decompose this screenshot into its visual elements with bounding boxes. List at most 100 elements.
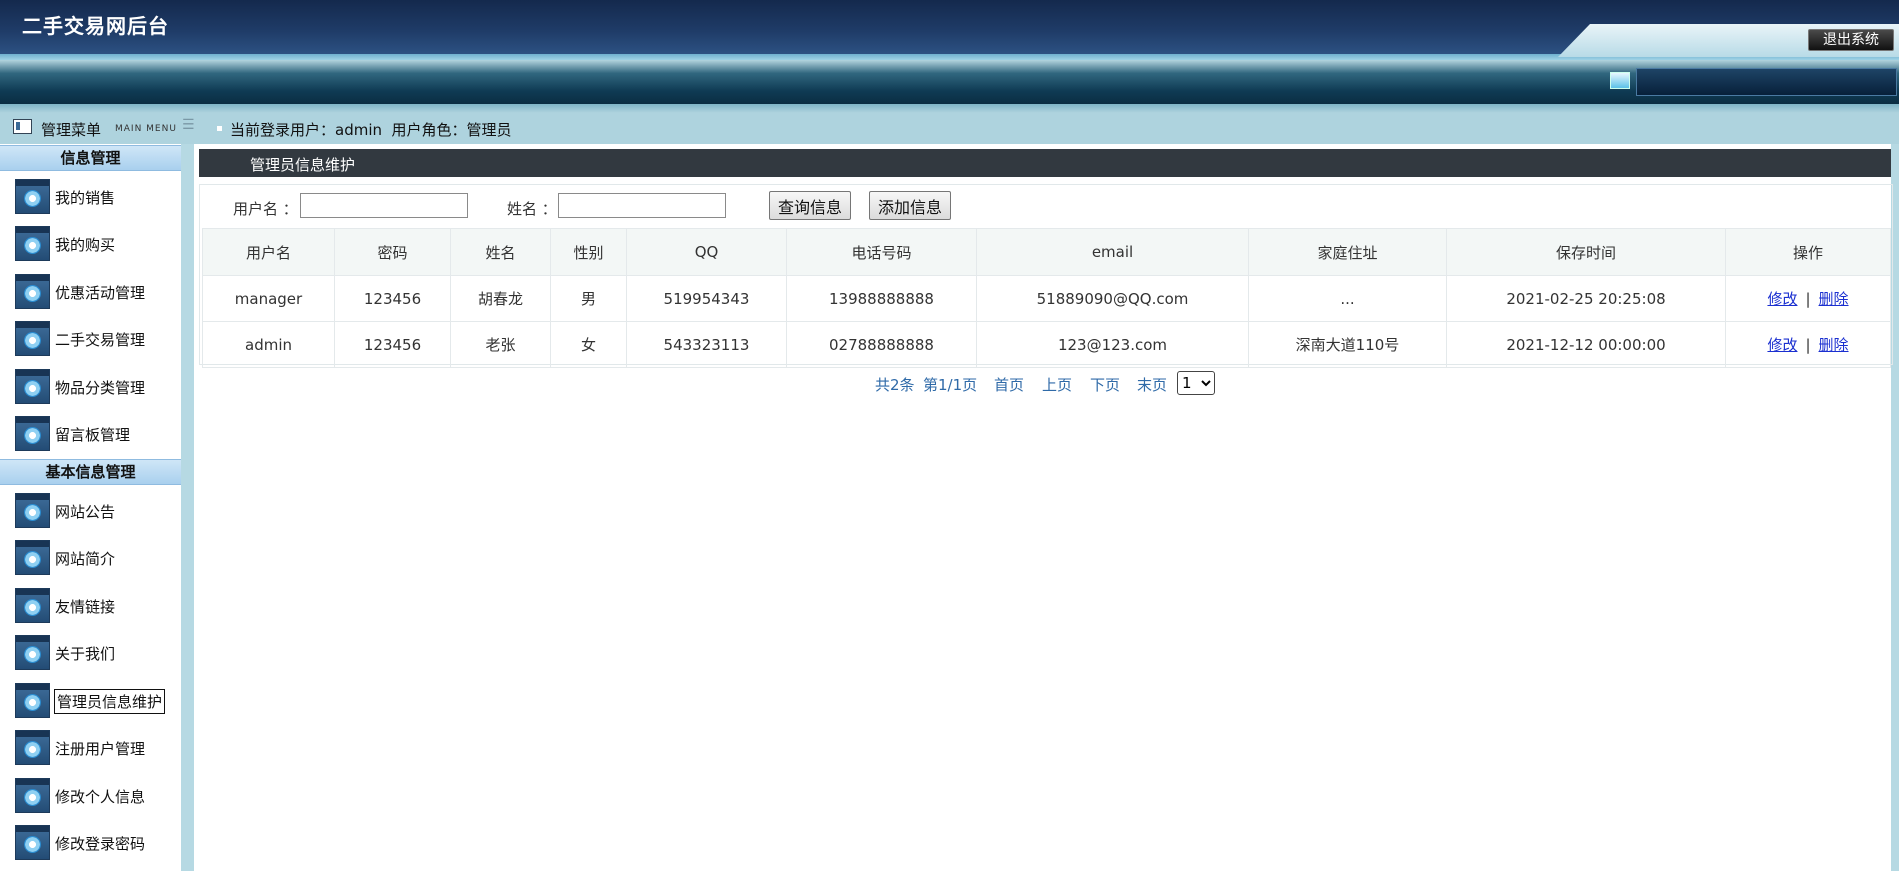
- sidebar-item-label: 修改登录密码: [55, 835, 146, 853]
- sidebar-item-label: 修改个人信息: [55, 788, 146, 806]
- cell-gender: 女: [550, 321, 627, 368]
- column-header: 用户名: [202, 228, 335, 276]
- action-separator: |: [1805, 290, 1811, 308]
- sidebar-item-admin-info[interactable]: 管理员信息维护: [15, 681, 175, 721]
- add-button[interactable]: 添加信息: [869, 191, 952, 220]
- sidebar-item-friend-links[interactable]: 友情链接: [15, 586, 175, 626]
- cell-phone: 13988888888: [786, 275, 977, 322]
- cell-email: 51889090@QQ.com: [976, 275, 1249, 322]
- menu-subtitle: MAIN MENU: [115, 124, 177, 134]
- edit-link[interactable]: 修改: [1767, 336, 1797, 354]
- table-row: manager 123456 胡春龙 男 519954343 139888888…: [202, 275, 1891, 322]
- cell-saved-time: 2021-12-12 00:00:00: [1446, 321, 1726, 368]
- gear-icon: [15, 493, 50, 528]
- cell-email: 123@123.com: [976, 321, 1249, 368]
- gear-icon: [15, 635, 50, 670]
- cell-password: 123456: [334, 321, 451, 368]
- cell-address: 深南大道110号: [1248, 321, 1447, 368]
- column-header: 家庭住址: [1248, 228, 1447, 276]
- gear-icon: [15, 321, 50, 356]
- column-header: 密码: [334, 228, 451, 276]
- delete-link[interactable]: 删除: [1819, 336, 1849, 354]
- pagination-page: 第1/1页: [923, 376, 978, 394]
- pagination-total: 共2条: [875, 376, 915, 394]
- pagination-last[interactable]: 末页: [1137, 374, 1167, 395]
- gear-icon: [15, 825, 50, 860]
- cell-username: admin: [202, 321, 335, 368]
- cell-actions: 修改 | 删除: [1725, 321, 1891, 368]
- username-input[interactable]: [300, 193, 468, 218]
- column-header: 保存时间: [1446, 228, 1726, 276]
- table-row: admin 123456 老张 女 543323113 02788888888 …: [202, 321, 1891, 368]
- cell-qq: 519954343: [626, 275, 787, 322]
- gear-icon: [15, 416, 50, 451]
- sidebar-item-announcements[interactable]: 网站公告: [15, 491, 175, 531]
- cell-gender: 男: [550, 275, 627, 322]
- sidebar-item-registered-users[interactable]: 注册用户管理: [15, 728, 175, 768]
- cell-username: manager: [202, 275, 335, 322]
- sidebar-item-label: 注册用户管理: [55, 740, 146, 758]
- sidebar-item-change-password[interactable]: 修改登录密码: [15, 823, 175, 863]
- sidebar-item-trades[interactable]: 二手交易管理: [15, 319, 175, 359]
- cell-qq: 543323113: [626, 321, 787, 368]
- sidebar-group-info[interactable]: 信息管理: [0, 145, 181, 171]
- bullet-icon: [217, 126, 222, 131]
- sidebar-item-message-board[interactable]: 留言板管理: [15, 414, 175, 454]
- gear-icon: [15, 588, 50, 623]
- sidebar-item-my-purchases[interactable]: 我的购买: [15, 224, 175, 264]
- pagination-first[interactable]: 首页: [994, 374, 1024, 395]
- menu-window-icon: [13, 119, 32, 134]
- sidebar-item-label: 网站公告: [55, 503, 116, 521]
- panel-title-bar: 管理员信息维护: [199, 149, 1891, 177]
- column-header: email: [976, 228, 1249, 276]
- sidebar-item-my-sales[interactable]: 我的销售: [15, 177, 175, 217]
- sidebar-item-about-us[interactable]: 关于我们: [15, 633, 175, 673]
- subbar-display-box: [1636, 68, 1897, 96]
- column-header: 电话号码: [786, 228, 977, 276]
- cell-password: 123456: [334, 275, 451, 322]
- sidebar-item-categories[interactable]: 物品分类管理: [15, 367, 175, 407]
- sidebar-item-site-intro[interactable]: 网站简介: [15, 538, 175, 578]
- logout-button[interactable]: 退出系统: [1808, 29, 1894, 51]
- sidebar-item-edit-profile[interactable]: 修改个人信息: [15, 776, 175, 816]
- app-title: 二手交易网后台: [22, 14, 169, 38]
- sidebar-item-label: 我的购买: [55, 236, 116, 254]
- gear-icon: [15, 683, 50, 718]
- delete-link[interactable]: 删除: [1819, 290, 1849, 308]
- panel-title: 管理员信息维护: [250, 156, 356, 174]
- gear-icon: [15, 730, 50, 765]
- sidebar-item-label: 网站简介: [55, 550, 116, 568]
- column-header: 操作: [1725, 228, 1891, 276]
- cell-address: ...: [1248, 275, 1447, 322]
- sidebar-item-promotions[interactable]: 优惠活动管理: [15, 272, 175, 312]
- sidebar-item-label: 管理员信息维护: [54, 689, 166, 714]
- sidebar-divider: [181, 144, 194, 871]
- column-header: 姓名: [450, 228, 551, 276]
- action-separator: |: [1805, 336, 1811, 354]
- cell-name: 胡春龙: [450, 275, 551, 322]
- sidebar-item-label: 友情链接: [55, 598, 116, 616]
- admin-table: 用户名 密码 姓名 性别 QQ 电话号码 email 家庭住址 保存时间 操作 …: [202, 228, 1891, 368]
- query-button[interactable]: 查询信息: [769, 191, 852, 220]
- gear-icon: [15, 540, 50, 575]
- column-header: QQ: [626, 228, 787, 276]
- gear-icon: [15, 778, 50, 813]
- gear-icon: [15, 226, 50, 261]
- page-select[interactable]: 1: [1177, 371, 1215, 395]
- name-label: 姓名 ：: [507, 200, 557, 218]
- name-input[interactable]: [558, 193, 726, 218]
- gear-icon: [15, 179, 50, 214]
- sidebar-item-label: 留言板管理: [55, 426, 131, 444]
- edit-link[interactable]: 修改: [1767, 290, 1797, 308]
- cell-saved-time: 2021-02-25 20:25:08: [1446, 275, 1726, 322]
- gear-icon: [15, 274, 50, 309]
- pagination-prev[interactable]: 上页: [1042, 374, 1072, 395]
- menu-title: 管理菜单: [41, 121, 102, 139]
- monitor-icon: [1610, 72, 1630, 89]
- login-info: 当前登录用户：admin 用户角色：管理员: [230, 121, 512, 139]
- sidebar-group-basic[interactable]: 基本信息管理: [0, 459, 181, 485]
- pagination-next[interactable]: 下页: [1090, 374, 1120, 395]
- menu-toggle-icon[interactable]: ☰: [182, 117, 195, 133]
- cell-phone: 02788888888: [786, 321, 977, 368]
- sidebar-item-label: 二手交易管理: [55, 331, 146, 349]
